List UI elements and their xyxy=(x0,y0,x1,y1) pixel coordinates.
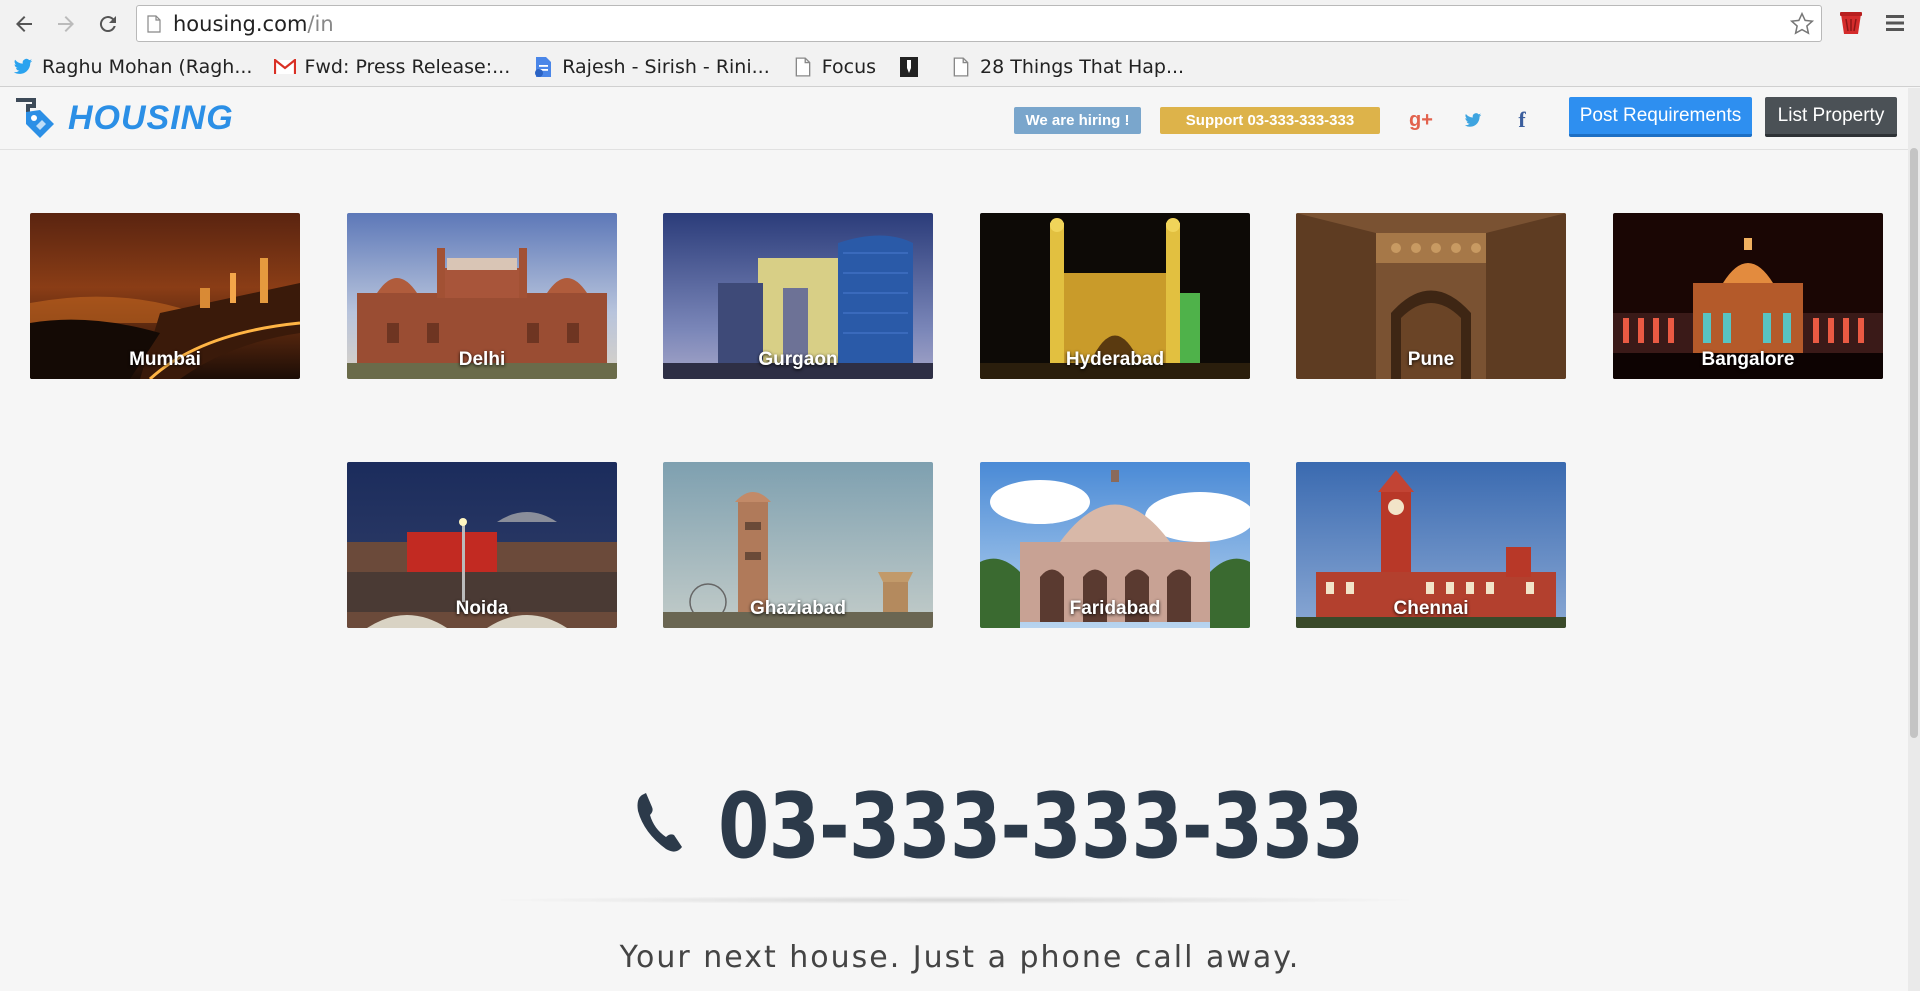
city-tile-pune[interactable]: Pune xyxy=(1296,213,1566,379)
bookmark-label: 28 Things That Hap... xyxy=(980,55,1185,78)
doc-icon xyxy=(532,56,554,78)
tagline: Your next house. Just a phone call away. xyxy=(619,940,1301,975)
browser-menu-icon[interactable] xyxy=(1884,12,1906,34)
city-name: Mumbai xyxy=(129,349,201,370)
twitter-icon[interactable] xyxy=(1458,105,1488,135)
extension-bucket-icon[interactable] xyxy=(1839,10,1863,36)
reload-icon xyxy=(99,15,116,32)
gmail-icon xyxy=(274,56,297,78)
bookmark-item[interactable]: 28 Things That Hap... xyxy=(950,56,1184,78)
support-phone-number[interactable]: 03-333-333-333 xyxy=(718,774,1364,879)
city-tile-delhi[interactable]: Delhi xyxy=(347,213,617,379)
city-tile-gurgaon[interactable]: Gurgaon xyxy=(663,213,933,379)
city-name: Gurgaon xyxy=(758,349,838,370)
section-divider xyxy=(480,896,1430,904)
city-name: Chennai xyxy=(1393,598,1469,619)
city-name: Ghaziabad xyxy=(749,598,847,619)
bookmark-dark-icon xyxy=(898,56,920,78)
city-name: Faridabad xyxy=(1069,598,1161,619)
city-tile-bangalore[interactable]: Bangalore xyxy=(1613,213,1883,379)
address-bar[interactable]: housing.com/in xyxy=(136,5,1822,42)
city-name: Bangalore xyxy=(1701,349,1795,370)
city-tile-ghaziabad[interactable]: Ghaziabad xyxy=(663,462,933,628)
hiring-badge[interactable]: We are hiring ! xyxy=(1014,107,1141,134)
city-tile-faridabad[interactable]: Faridabad xyxy=(980,462,1250,628)
back-arrow-icon xyxy=(16,15,32,32)
city-tile-mumbai[interactable]: Mumbai xyxy=(30,213,300,379)
city-name: Hyderabad xyxy=(1065,349,1165,370)
forward-button[interactable] xyxy=(48,6,84,42)
page-scrollbar[interactable] xyxy=(1908,88,1920,991)
bookmark-item[interactable]: Fwd: Press Release:... xyxy=(274,56,510,78)
forward-arrow-icon xyxy=(58,15,74,32)
bookmark-item[interactable] xyxy=(898,56,928,78)
city-name: Pune xyxy=(1407,349,1455,370)
logo-text: HOUSING xyxy=(68,98,234,137)
bookmark-item[interactable]: Raghu Mohan (Ragh... xyxy=(12,56,252,78)
phone-icon xyxy=(637,793,682,852)
city-tile-chennai[interactable]: Chennai xyxy=(1296,462,1566,628)
twitter-icon xyxy=(12,56,34,78)
back-button[interactable] xyxy=(6,6,42,42)
page-icon xyxy=(147,14,161,33)
site-header: HOUSING We are hiring ! Support 03-333-3… xyxy=(0,88,1908,150)
scrollbar-thumb[interactable] xyxy=(1910,148,1918,738)
url-text: housing.com/in xyxy=(173,11,334,36)
google-plus-icon[interactable]: g+ xyxy=(1406,105,1436,135)
city-tile-hyderabad[interactable]: Hyderabad xyxy=(980,213,1250,379)
list-property-button[interactable]: List Property xyxy=(1765,97,1897,137)
post-requirements-button[interactable]: Post Requirements xyxy=(1569,97,1752,137)
bookmark-label: Rajesh - Sirish - Rini... xyxy=(562,55,770,78)
page-icon xyxy=(792,56,814,78)
city-tile-noida[interactable]: Noida xyxy=(347,462,617,628)
bookmark-item[interactable]: Focus xyxy=(792,56,876,78)
housing-logo-icon xyxy=(16,98,54,138)
bookmark-item[interactable]: Rajesh - Sirish - Rini... xyxy=(532,56,770,78)
bookmark-label: Focus xyxy=(821,55,877,78)
bookmark-label: Raghu Mohan (Ragh... xyxy=(42,55,253,78)
page-icon xyxy=(950,56,972,78)
support-badge[interactable]: Support 03-333-333-333 xyxy=(1160,107,1380,134)
city-name: Delhi xyxy=(458,349,506,370)
bookmark-label: Fwd: Press Release:... xyxy=(304,55,511,78)
facebook-icon[interactable]: f xyxy=(1507,105,1537,135)
housing-logo[interactable]: HOUSING xyxy=(12,96,234,140)
bookmarks-bar: Raghu Mohan (Ragh... Fwd: Press Release:… xyxy=(0,47,1920,87)
bookmark-star-icon[interactable] xyxy=(1789,11,1815,37)
city-name: Noida xyxy=(455,598,509,619)
reload-button[interactable] xyxy=(90,6,126,42)
